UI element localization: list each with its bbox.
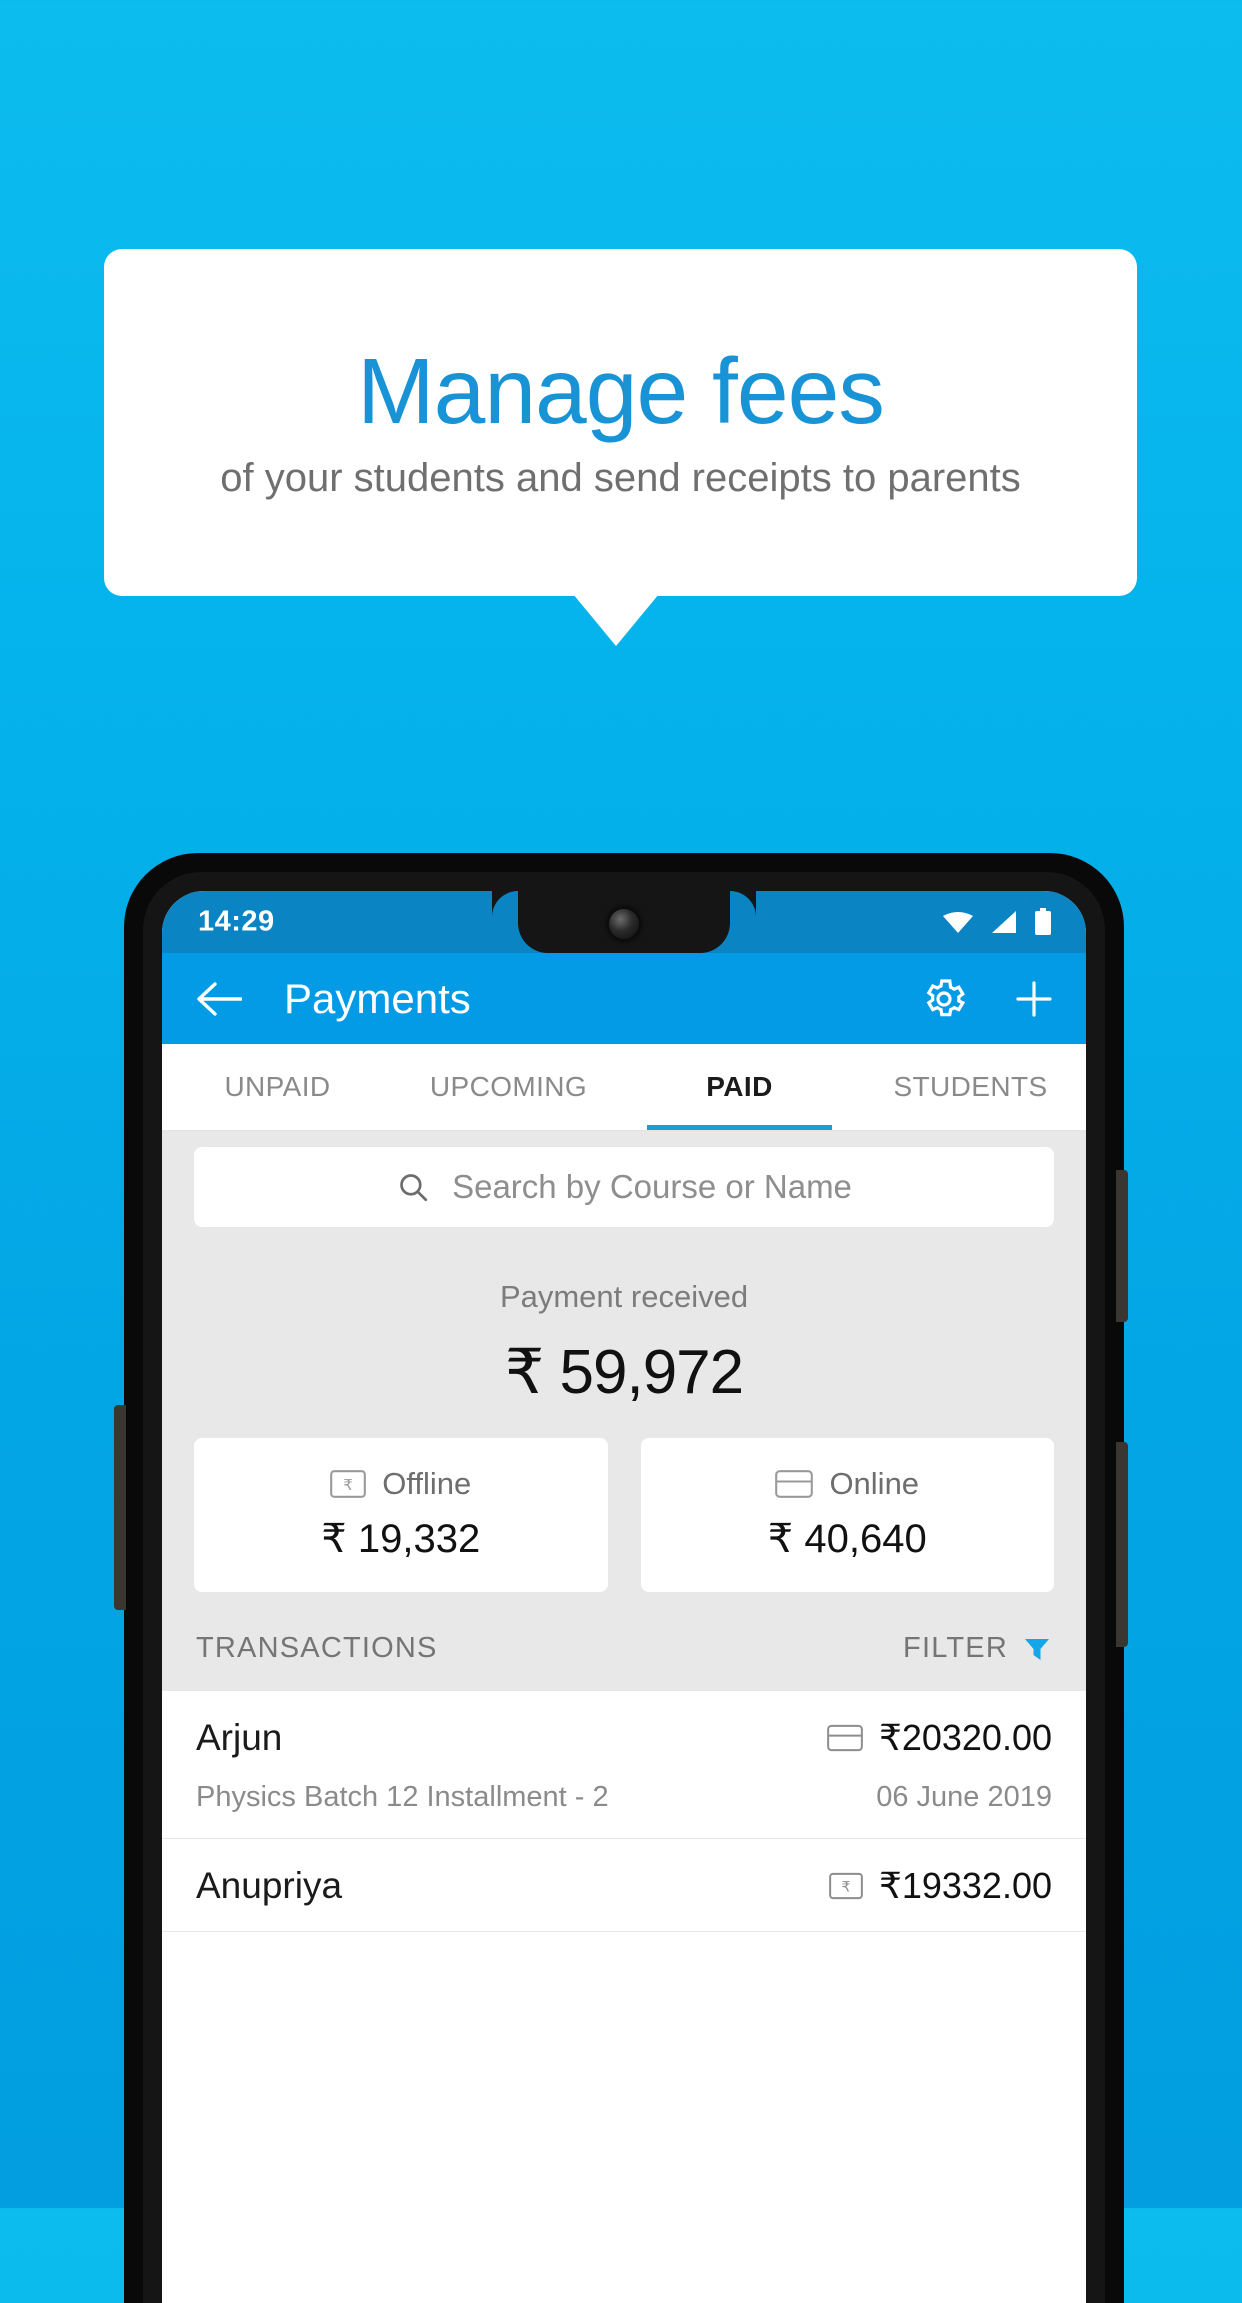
wifi-icon [942, 910, 974, 934]
notch-left-fillet [492, 891, 518, 917]
table-row[interactable]: Arjun ₹20320.00 Physics Batch 12 Install… [162, 1691, 1086, 1839]
search-input[interactable]: Search by Course or Name [194, 1147, 1054, 1227]
filter-label: FILTER [903, 1632, 1008, 1664]
offline-card-amount: ₹ 19,332 [321, 1517, 481, 1561]
online-summary-card[interactable]: Online ₹ 40,640 [640, 1438, 1055, 1592]
app-bar-actions [920, 975, 1056, 1023]
summary-cards: ₹ Offline ₹ 19,332 Online ₹ 40,640 [162, 1408, 1086, 1592]
filter-funnel-icon [1022, 1634, 1052, 1664]
app-bar: Payments [162, 953, 1086, 1044]
credit-card-icon [827, 1724, 863, 1752]
transaction-date: 06 June 2019 [876, 1781, 1052, 1813]
status-bar-clock: 14:29 [198, 905, 275, 938]
table-row[interactable]: Anupriya ₹ ₹19332.00 [162, 1839, 1086, 1932]
online-card-head: Online [641, 1466, 1055, 1502]
promo-subtitle: of your students and send receipts to pa… [220, 456, 1021, 501]
tab-upcoming[interactable]: UPCOMING [393, 1044, 624, 1130]
phone-power-button[interactable] [1116, 1170, 1128, 1322]
phone-mockup: 14:29 Payments UNPAID UPCOMING PAID STUD… [114, 853, 1128, 2303]
notch-right-fillet [730, 891, 756, 917]
transactions-header: TRANSACTIONS FILTER [162, 1592, 1086, 1691]
online-card-amount: ₹ 40,640 [767, 1517, 927, 1561]
transaction-name: Anupriya [196, 1865, 343, 1906]
phone-volume-button-right[interactable] [1116, 1442, 1128, 1647]
gear-icon[interactable] [920, 975, 968, 1023]
search-icon [396, 1170, 430, 1204]
signal-icon [991, 910, 1017, 934]
svg-text:₹: ₹ [841, 1880, 850, 1896]
summary-label: Payment received [499, 1279, 749, 1314]
offline-summary-card[interactable]: ₹ Offline ₹ 19,332 [194, 1438, 608, 1592]
promo-callout-card: Manage fees of your students and send re… [104, 249, 1137, 596]
transaction-amount-group: ₹20320.00 [827, 1717, 1052, 1759]
tab-bar: UNPAID UPCOMING PAID STUDENTS [162, 1044, 1086, 1131]
payment-summary: Payment received ₹ 59,972 [162, 1227, 1086, 1408]
phone-notch [518, 891, 730, 953]
promo-callout-tail [573, 594, 659, 646]
cash-note-icon: ₹ [829, 1872, 863, 1900]
summary-amount: ₹ 59,972 [504, 1338, 744, 1407]
transaction-description: Physics Batch 12 Installment - 2 [196, 1781, 609, 1813]
cash-note-icon: ₹ [330, 1470, 367, 1498]
svg-text:₹: ₹ [343, 1476, 353, 1494]
transaction-name: Arjun [196, 1717, 283, 1758]
tab-unpaid[interactable]: UNPAID [162, 1044, 393, 1130]
transaction-amount-group: ₹ ₹19332.00 [829, 1865, 1052, 1907]
front-camera [609, 909, 639, 939]
promo-title: Manage fees [357, 338, 885, 443]
offline-card-head: ₹ Offline [194, 1466, 608, 1502]
offline-card-label: Offline [382, 1466, 472, 1501]
transaction-secondary-line: Physics Batch 12 Installment - 2 06 June… [196, 1781, 1052, 1814]
tab-students[interactable]: STUDENTS [855, 1044, 1086, 1130]
search-placeholder-text: Search by Course or Name [452, 1168, 852, 1205]
phone-screen: 14:29 Payments UNPAID UPCOMING PAID STUD… [162, 891, 1086, 2303]
credit-card-icon [775, 1470, 814, 1498]
status-bar-icons [942, 908, 1052, 936]
transactions-title: TRANSACTIONS [196, 1632, 438, 1664]
transaction-primary-line: Arjun ₹20320.00 [196, 1717, 1052, 1759]
filter-button[interactable]: FILTER [903, 1632, 1052, 1665]
transaction-primary-line: Anupriya ₹ ₹19332.00 [196, 1865, 1052, 1907]
back-arrow-icon[interactable] [196, 980, 242, 1018]
plus-icon[interactable] [1012, 977, 1056, 1021]
page-title: Payments [284, 974, 471, 1022]
battery-icon [1034, 908, 1052, 936]
search-container: Search by Course or Name [162, 1131, 1086, 1227]
transaction-amount: ₹20320.00 [878, 1717, 1052, 1758]
transaction-amount: ₹19332.00 [878, 1865, 1052, 1906]
phone-volume-button-left[interactable] [114, 1405, 126, 1610]
tab-paid[interactable]: PAID [624, 1044, 855, 1130]
content-area: Search by Course or Name Payment receive… [162, 1131, 1086, 1932]
online-card-label: Online [829, 1466, 920, 1501]
